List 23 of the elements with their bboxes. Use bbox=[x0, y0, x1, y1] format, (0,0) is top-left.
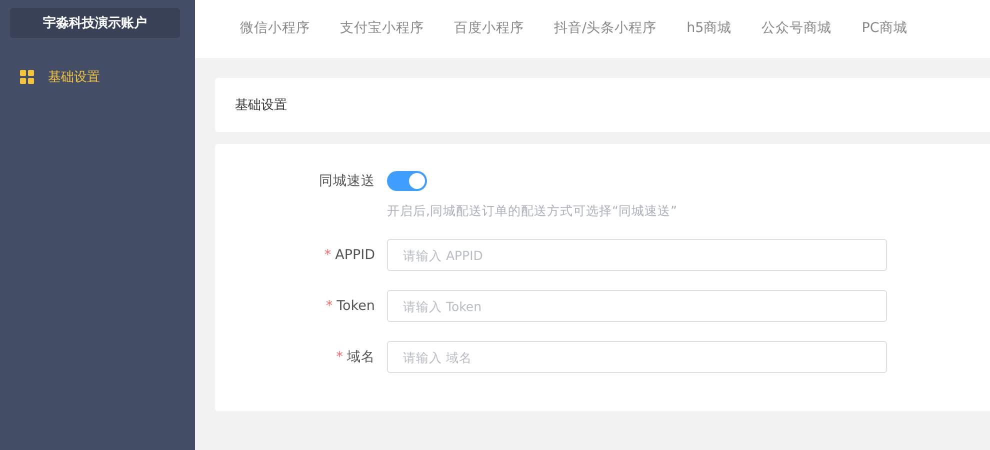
tab[interactable]: 抖音/头条小程序 bbox=[539, 19, 672, 39]
account-name: 宇淼科技演示账户 bbox=[10, 8, 180, 38]
field-label: APPID bbox=[335, 246, 375, 265]
tab[interactable]: 支付宝小程序 bbox=[325, 19, 439, 39]
section-title: 基础设置 bbox=[235, 97, 287, 114]
tab[interactable]: PC商城 bbox=[846, 19, 922, 39]
tab[interactable]: 公众号商城 bbox=[746, 19, 847, 39]
input-field[interactable]: 请输入 APPID bbox=[387, 239, 887, 271]
required-mark: * bbox=[324, 246, 332, 265]
hint-text: 开启后,同城配送订单的配送方式可选择“同城速送” bbox=[387, 203, 677, 220]
field-label: 域名 bbox=[347, 348, 375, 367]
grid-icon bbox=[20, 70, 34, 84]
required-mark: * bbox=[326, 297, 333, 316]
field-label: Token bbox=[336, 297, 375, 316]
required-mark: * bbox=[336, 348, 343, 367]
field-label: 同城速送 bbox=[319, 172, 375, 191]
input-field[interactable]: 请输入 Token bbox=[387, 290, 887, 322]
sidebar-item[interactable]: 基础设置 bbox=[0, 60, 195, 94]
input-field[interactable]: 请输入 域名 bbox=[387, 341, 887, 373]
tab[interactable]: 微信小程序 bbox=[225, 19, 325, 39]
tab[interactable]: 百度小程序 bbox=[439, 19, 539, 39]
tab[interactable]: h5商城 bbox=[672, 19, 747, 39]
toggle-switch[interactable] bbox=[387, 171, 427, 191]
